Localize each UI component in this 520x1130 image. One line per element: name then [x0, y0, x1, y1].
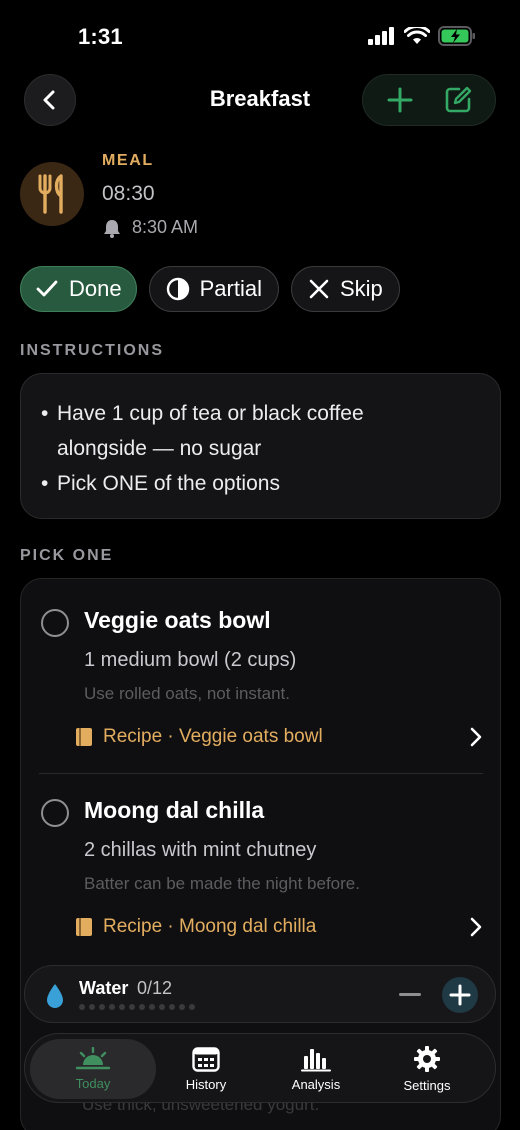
status-icons — [368, 26, 476, 46]
meal-icon-badge — [20, 162, 84, 226]
option-radio[interactable] — [41, 609, 69, 637]
water-label: Water — [79, 978, 129, 998]
edit-icon — [445, 86, 471, 113]
water-dot — [179, 1004, 185, 1010]
nav-actions — [362, 74, 496, 126]
half-circle-icon — [166, 277, 189, 301]
plus-icon — [387, 87, 412, 113]
bar-chart-icon — [301, 1049, 331, 1072]
tab-today[interactable]: Today — [30, 1039, 156, 1099]
water-increment-button[interactable] — [442, 977, 478, 1013]
water-dot — [169, 1004, 175, 1010]
tab-bar: Today History Analysis Settings — [24, 1033, 496, 1103]
status-bar: 1:31 — [0, 0, 520, 74]
status-time: 1:31 — [78, 24, 123, 49]
chevron-right-icon — [470, 917, 482, 937]
status-buttons: Done Partial Skip — [20, 266, 400, 312]
navigation-bar: Breakfast — [0, 74, 520, 126]
water-decrement-button[interactable] — [399, 993, 421, 996]
tab-history[interactable]: History — [166, 1039, 246, 1099]
water-dot — [159, 1004, 165, 1010]
instruction-item: • Pick ONE of the options — [41, 472, 280, 495]
meal-time: 08:30 — [102, 182, 155, 205]
done-button[interactable]: Done — [20, 266, 137, 312]
done-label: Done — [69, 276, 122, 301]
recipe-link[interactable]: Recipe · Moong dal chilla — [75, 912, 483, 942]
water-tracker: Water 0/12 — [24, 965, 496, 1023]
gear-icon — [414, 1046, 440, 1072]
tab-label: Analysis — [291, 1077, 341, 1092]
water-dot — [189, 1004, 195, 1010]
tab-label: History — [185, 1077, 227, 1092]
skip-button[interactable]: Skip — [290, 266, 400, 312]
instruction-item: • Have 1 cup of tea or black coffee — [41, 402, 364, 425]
sunrise-icon — [75, 1047, 111, 1070]
meal-reminder: 8:30 AM — [102, 217, 198, 238]
water-dot — [139, 1004, 145, 1010]
plus-icon — [449, 984, 471, 1006]
partial-button[interactable]: Partial — [148, 266, 279, 312]
cellular-signal-icon — [368, 27, 394, 45]
meal-kind: MEAL — [102, 152, 154, 169]
divider — [39, 773, 483, 774]
partial-label: Partial — [199, 276, 262, 301]
tab-analysis[interactable]: Analysis — [276, 1039, 356, 1099]
instructions-card: • Have 1 cup of tea or black coffee along… — [20, 373, 501, 519]
option-item[interactable]: Veggie oats bowl 1 medium bowl (2 cups) … — [39, 605, 483, 765]
water-dot — [99, 1004, 105, 1010]
recipe-label: Recipe · Veggie oats bowl — [103, 726, 323, 747]
option-title: Moong dal chilla — [84, 797, 265, 823]
tab-label: Today — [75, 1076, 111, 1091]
instruction-item-continued: alongside — no sugar — [57, 437, 262, 460]
water-count: 0/12 — [137, 978, 173, 998]
water-drop-icon — [47, 984, 63, 1008]
book-icon — [76, 728, 92, 746]
water-dot — [129, 1004, 135, 1010]
recipe-label: Recipe · Moong dal chilla — [103, 916, 317, 937]
meal-header: MEAL 08:30 8:30 AM — [20, 150, 500, 246]
fork-knife-icon — [38, 174, 63, 214]
pick-one-heading: PICK ONE — [20, 547, 114, 564]
close-icon — [309, 279, 329, 299]
water-dot — [79, 1004, 85, 1010]
checkmark-icon — [36, 280, 58, 297]
option-note: Batter can be made the night before. — [84, 874, 360, 893]
option-amount: 1 medium bowl (2 cups) — [84, 649, 297, 671]
option-amount: 2 chillas with mint chutney — [84, 839, 317, 861]
water-progress-dots — [79, 1004, 195, 1010]
water-dot — [119, 1004, 125, 1010]
calendar-icon — [192, 1047, 220, 1072]
option-title: Veggie oats bowl — [84, 607, 271, 633]
chevron-right-icon — [470, 727, 482, 747]
wifi-icon — [404, 26, 430, 44]
recipe-link[interactable]: Recipe · Veggie oats bowl — [75, 722, 483, 752]
tab-settings[interactable]: Settings — [387, 1039, 467, 1099]
option-note: Use rolled oats, not instant. — [84, 684, 291, 703]
battery-charging-icon — [438, 26, 475, 46]
water-dot — [109, 1004, 115, 1010]
option-radio[interactable] — [41, 799, 69, 827]
bell-icon — [104, 219, 120, 238]
water-dot — [149, 1004, 155, 1010]
book-icon — [76, 918, 92, 936]
edit-button[interactable] — [443, 85, 473, 115]
water-dot — [89, 1004, 95, 1010]
tab-label: Settings — [403, 1078, 451, 1093]
reminder-time: 8:30 AM — [132, 217, 199, 237]
skip-label: Skip — [339, 276, 383, 301]
add-button[interactable] — [386, 86, 414, 114]
instructions-heading: INSTRUCTIONS — [20, 342, 164, 359]
option-item[interactable]: Moong dal chilla 2 chillas with mint chu… — [39, 795, 483, 955]
